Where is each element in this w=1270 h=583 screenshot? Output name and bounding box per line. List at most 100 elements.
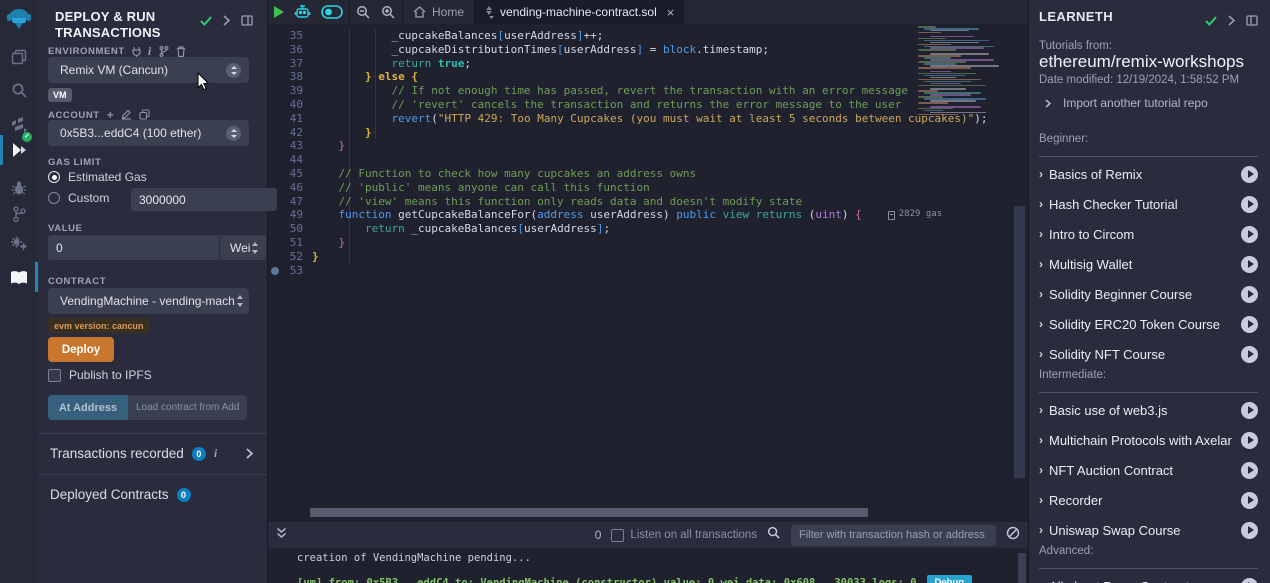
publish-ipfs-option[interactable]: Publish to IPFS [48, 368, 152, 382]
copilot-toggle-icon[interactable] [321, 5, 343, 19]
terminal-scrollbar[interactable] [1018, 553, 1026, 583]
play-tutorial-icon[interactable] [1241, 166, 1258, 183]
transactions-recorded-row[interactable]: Transactions recorded 0 i [38, 433, 267, 473]
play-tutorial-icon[interactable] [1241, 196, 1258, 213]
ai-assistant-robot-icon[interactable] [294, 4, 311, 20]
sign-message-icon[interactable] [121, 109, 132, 120]
tutorial-repo-name: ethereum/remix-workshops [1039, 52, 1244, 72]
play-tutorial-icon[interactable] [1241, 256, 1258, 273]
git-icon[interactable] [0, 199, 38, 229]
terminal-tx-log-line: [vm] from: 0x5B3...eddC4 to: VendingMach… [297, 575, 972, 583]
at-address-button[interactable]: At Address [48, 395, 128, 420]
transactions-info-icon[interactable]: i [214, 446, 217, 461]
play-tutorial-icon[interactable] [1241, 346, 1258, 363]
editor-horizontal-scrollbar[interactable] [310, 508, 868, 517]
tutorial-item[interactable]: ›Basics of Remix [1039, 159, 1258, 189]
estimated-gas-option[interactable]: Estimated Gas [48, 170, 147, 184]
custom-gas-option[interactable]: Custom [48, 191, 109, 205]
zoom-in-icon[interactable] [381, 5, 396, 20]
expand-terminal-icon[interactable] [276, 526, 287, 544]
listen-all-transactions-option[interactable]: Listen on all transactions [611, 529, 757, 542]
play-tutorial-icon[interactable] [1241, 402, 1258, 419]
play-tutorial-icon[interactable] [1241, 432, 1258, 449]
chevron-updown-icon [226, 126, 241, 141]
plug-icon[interactable] [132, 46, 141, 57]
tutorial-title: Solidity Beginner Course [1049, 287, 1241, 302]
publish-ipfs-checkbox[interactable] [48, 369, 61, 382]
environment-select[interactable]: Remix VM (Cancun) [48, 57, 249, 83]
tutorial-item[interactable]: ›Multisig Wallet [1039, 249, 1258, 279]
play-tutorial-icon[interactable] [1241, 492, 1258, 509]
close-tab-icon[interactable]: × [667, 5, 675, 20]
evm-version-badge: evm version: cancun [48, 318, 150, 333]
deployed-contracts-row[interactable]: Deployed Contracts 0 [38, 474, 267, 514]
fork-icon[interactable] [159, 46, 169, 57]
value-unit-select[interactable]: Wei [219, 235, 266, 260]
chevron-right-icon: › [1039, 493, 1043, 507]
tutorial-item[interactable]: ›NFT Auction Contract [1039, 455, 1258, 485]
tutorial-item[interactable]: ›Solidity NFT Course [1039, 339, 1258, 369]
code-line: 53 [268, 264, 1028, 278]
tutorial-item[interactable]: ›Hash Checker Tutorial [1039, 189, 1258, 219]
tutorial-item[interactable]: ›Uniswap Swap Course [1039, 515, 1258, 545]
editor-minimap[interactable] [918, 26, 1010, 118]
tutorial-item[interactable]: ›Solidity Beginner Course [1039, 279, 1258, 309]
panel-pin-icon[interactable] [241, 12, 253, 30]
tab-vending-machine-contract[interactable]: vending-machine-contract.sol × [474, 0, 684, 24]
tab-home[interactable]: Home [403, 0, 474, 24]
play-tutorial-icon[interactable] [1241, 578, 1258, 583]
remix-logo-icon[interactable] [0, 4, 38, 34]
run-script-icon[interactable] [274, 6, 284, 18]
play-tutorial-icon[interactable] [1241, 316, 1258, 333]
custom-gas-input[interactable] [131, 188, 277, 211]
tutorial-item[interactable]: ›Solidity ERC20 Token Course [1039, 309, 1258, 339]
deploy-run-icon[interactable] [0, 135, 38, 165]
search-icon[interactable] [0, 75, 38, 105]
tutorial-item[interactable]: ›All about Proxy Contracts [1039, 571, 1258, 583]
play-tutorial-icon[interactable] [1241, 462, 1258, 479]
panel-forward-icon[interactable] [223, 12, 230, 30]
copy-account-icon[interactable] [139, 109, 150, 120]
value-input[interactable] [48, 235, 219, 260]
code-editor[interactable]: 35 _cupcakeBalances[userAddress]++;36 _c… [268, 24, 1028, 522]
play-tutorial-icon[interactable] [1241, 286, 1258, 303]
account-select[interactable]: 0x5B3...eddC4 (100 ether) [48, 120, 249, 146]
plugin-manager-icon[interactable] [0, 228, 38, 258]
chevron-right-icon: › [1039, 227, 1043, 241]
play-tutorial-icon[interactable] [1241, 522, 1258, 539]
terminal-search-icon[interactable] [767, 526, 781, 545]
terminal-filter-input[interactable] [791, 525, 996, 546]
tutorial-item[interactable]: ›Multichain Protocols with Axelar [1039, 425, 1258, 455]
listen-checkbox[interactable] [611, 529, 624, 542]
panel-pin-icon[interactable] [1246, 12, 1258, 30]
terminal: 0 Listen on all transactions creation of… [268, 522, 1028, 583]
import-tutorial-repo[interactable]: Import another tutorial repo [1045, 96, 1208, 110]
gas-limit-label: GAS LIMIT [48, 157, 101, 168]
trash-icon[interactable] [176, 46, 186, 57]
debug-button[interactable]: Debug [927, 575, 973, 583]
code-line: 49 function getCupcakeBalanceFor(address… [268, 208, 1028, 222]
chevron-right-icon: › [1039, 523, 1043, 537]
breakpoint-dot[interactable] [271, 267, 279, 275]
remix-ide-window: ✓ DEPLOY & RUN TRANSACTIONS [0, 0, 1270, 583]
play-tutorial-icon[interactable] [1241, 226, 1258, 243]
tutorial-item[interactable]: ›Recorder [1039, 485, 1258, 515]
radio-selected-icon[interactable] [48, 171, 60, 183]
file-explorer-icon[interactable] [0, 42, 38, 72]
zoom-out-icon[interactable] [356, 5, 371, 20]
editor-vertical-scrollbar[interactable] [1014, 206, 1025, 478]
radio-icon[interactable] [48, 192, 60, 204]
at-address-input[interactable] [128, 395, 247, 420]
clear-console-icon[interactable] [1006, 526, 1020, 545]
deploy-button[interactable]: Deploy [48, 337, 114, 362]
tutorial-item[interactable]: ›Intro to Circom [1039, 219, 1258, 249]
deployed-count-badge: 0 [177, 488, 191, 502]
tutorial-item[interactable]: ›Basic use of web3.js [1039, 395, 1258, 425]
terminal-output[interactable]: creation of VendingMachine pending... [v… [268, 548, 1028, 583]
chevron-right-icon[interactable] [246, 448, 253, 459]
tutorial-title: Basic use of web3.js [1049, 403, 1241, 418]
learneth-book-icon[interactable] [0, 262, 38, 292]
panel-forward-icon[interactable] [1228, 12, 1235, 30]
contract-select[interactable]: VendingMachine - vending-machin [48, 288, 249, 314]
code-line: 40 // 'revert' cancels the transaction a… [268, 98, 1028, 112]
